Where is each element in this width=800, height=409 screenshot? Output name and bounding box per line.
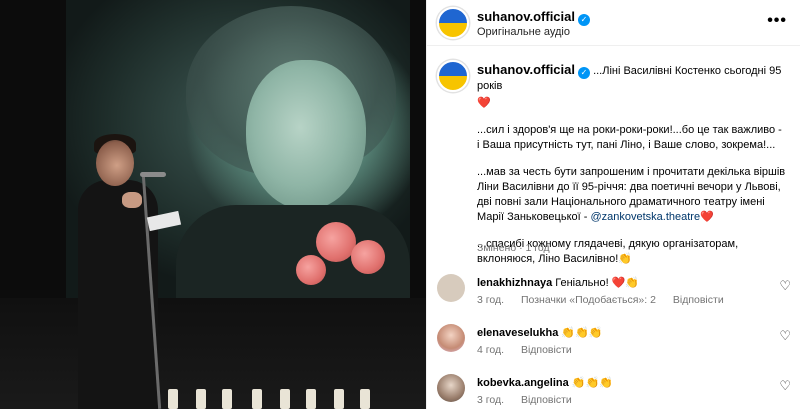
comment-emojis: 👏👏👏 xyxy=(571,377,613,389)
flower-decoration xyxy=(296,255,326,285)
post-header: suhanov.official ✓ Оригінальне аудіо ••• xyxy=(427,0,800,46)
post-caption: suhanov.official ✓ ...Ліні Василівні Кост… xyxy=(427,46,800,266)
comment-text: Геніально! xyxy=(555,277,609,289)
comment-item: lenakhizhnaya Геніально! ❤️👏 3 год. Позн… xyxy=(427,270,800,320)
verified-badge-icon: ✓ xyxy=(578,14,590,26)
author-username[interactable]: suhanov.official xyxy=(477,9,575,24)
caption-paragraph-2: ...сил і здоров'я ще на роки-роки-роки!.… xyxy=(477,124,782,151)
clap-emoji-icon: 👏 xyxy=(618,253,632,265)
comment-likes-count[interactable]: Позначки «Подобається»: 2 xyxy=(521,294,656,306)
candle xyxy=(334,389,344,409)
candle xyxy=(222,389,232,409)
commenter-avatar[interactable] xyxy=(437,324,465,352)
comment-time[interactable]: 3 год. xyxy=(477,394,504,406)
post-time[interactable]: 1 год xyxy=(526,242,550,254)
candle xyxy=(168,389,178,409)
comment-item: elenaveselukha 👏👏👏 4 год. Відповісти ♡ xyxy=(427,320,800,370)
edited-label: Змінено xyxy=(477,242,517,254)
comment-emojis: ❤️👏 xyxy=(611,277,640,289)
reply-button[interactable]: Відповісти xyxy=(673,294,724,306)
comment-time[interactable]: 3 год. xyxy=(477,294,504,306)
theatre-mention-link[interactable]: @zankovetska.theatre xyxy=(590,211,700,223)
heart-emoji-icon: ❤️ xyxy=(700,211,714,223)
audio-label[interactable]: Оригінальне аудіо xyxy=(477,26,570,38)
reply-button[interactable]: Відповісти xyxy=(521,394,572,406)
speaker-hand xyxy=(122,192,142,208)
heart-emoji-icon: ❤️ xyxy=(477,97,491,109)
caption-paragraph-3: ...мав за честь бути запрошеним і прочит… xyxy=(477,165,787,225)
candle xyxy=(196,389,206,409)
caption-avatar[interactable] xyxy=(437,60,469,92)
post-side-panel: suhanov.official ✓ Оригінальне аудіо ••• … xyxy=(426,0,800,409)
caption-meta: Змінено · 1 год xyxy=(477,242,550,254)
comment-emojis: 👏👏👏 xyxy=(561,327,603,339)
microphone xyxy=(140,172,166,177)
stage-floor xyxy=(0,298,426,409)
post-media[interactable] xyxy=(0,0,426,409)
candle xyxy=(280,389,290,409)
candle xyxy=(306,389,316,409)
verified-badge-icon: ✓ xyxy=(578,67,590,79)
reply-button[interactable]: Відповісти xyxy=(521,344,572,356)
candle xyxy=(252,389,262,409)
commenter-username[interactable]: lenakhizhnaya xyxy=(477,277,552,289)
comment-item: kobevka.angelina 👏👏👏 3 год. Відповісти ♡ xyxy=(427,370,800,409)
more-options-icon[interactable]: ••• xyxy=(767,12,787,30)
author-avatar[interactable] xyxy=(437,7,469,39)
flower-decoration xyxy=(316,222,356,262)
candle xyxy=(360,389,370,409)
caption-text: suhanov.official ✓ ...Ліні Василівні Кост… xyxy=(477,62,787,267)
like-comment-icon[interactable]: ♡ xyxy=(779,378,791,394)
meta-separator: · xyxy=(519,242,523,254)
commenter-username[interactable]: kobevka.angelina xyxy=(477,377,569,389)
commenter-username[interactable]: elenaveselukha xyxy=(477,327,558,339)
portrait-face xyxy=(246,60,366,210)
caption-username[interactable]: suhanov.official xyxy=(477,62,575,77)
commenter-avatar[interactable] xyxy=(437,274,465,302)
flower-decoration xyxy=(351,240,385,274)
like-comment-icon[interactable]: ♡ xyxy=(779,328,791,344)
commenter-avatar[interactable] xyxy=(437,374,465,402)
like-comment-icon[interactable]: ♡ xyxy=(779,278,791,294)
comment-time[interactable]: 4 год. xyxy=(477,344,504,356)
speaker-head xyxy=(96,140,134,186)
